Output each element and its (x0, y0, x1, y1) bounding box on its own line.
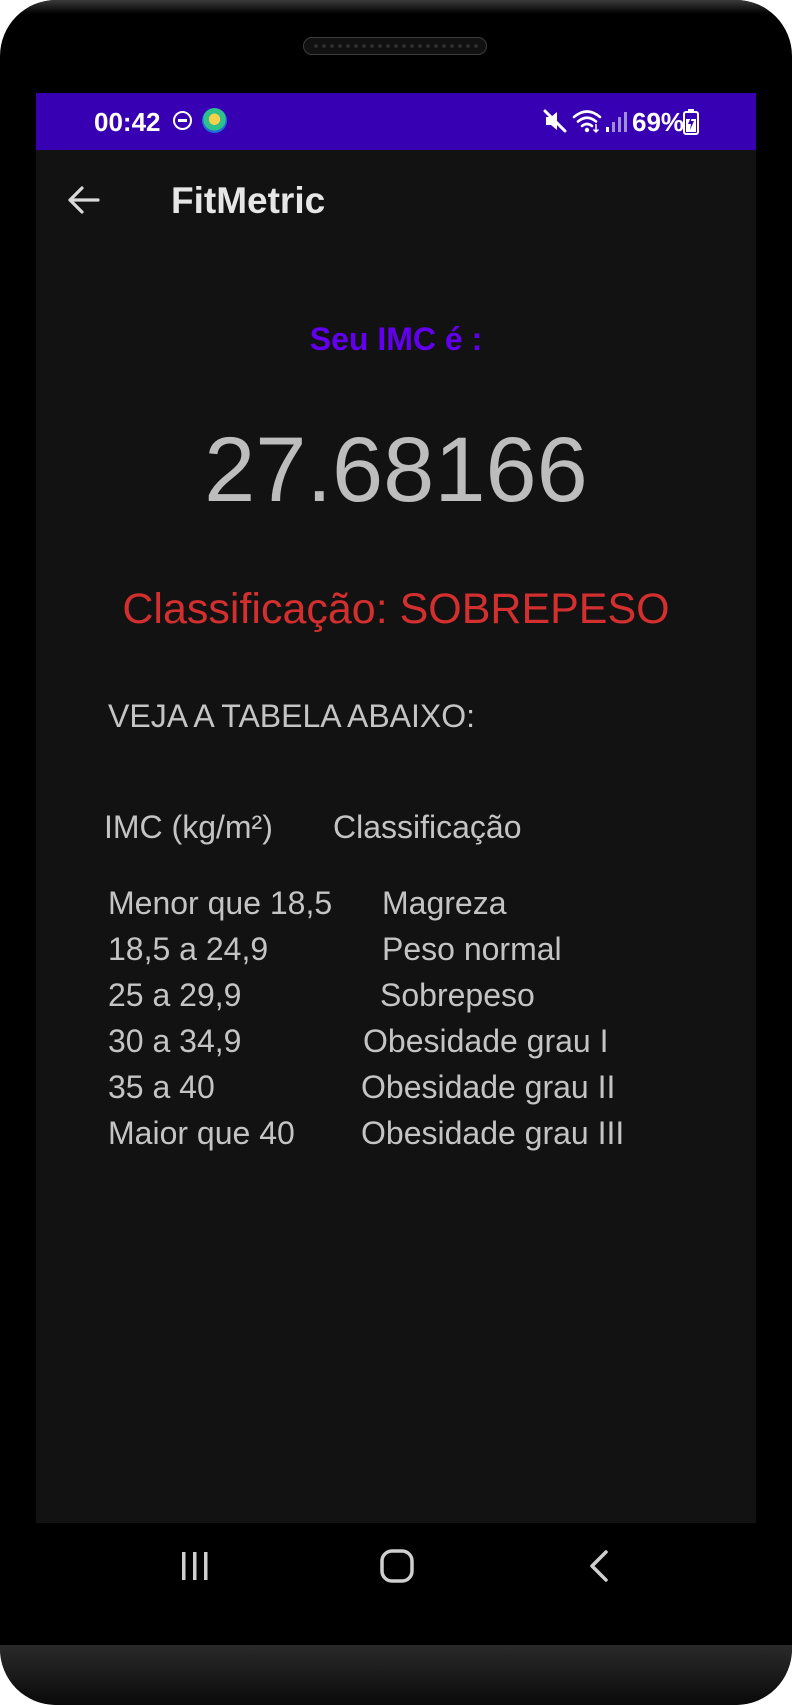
navigation-bar (36, 1523, 756, 1613)
phone-bezel-top (0, 0, 792, 14)
do-not-disturb-icon (173, 111, 192, 130)
wifi-icon (572, 110, 602, 134)
app-title: FitMetric (171, 180, 326, 221)
table-header-classification: Classificação (333, 809, 522, 845)
table-row-classification: Obesidade grau III (361, 1115, 625, 1151)
table-heading: VEJA A TABELA ABAIXO: (108, 698, 476, 734)
app-bar: FitMetric (36, 150, 756, 250)
app-notification-icon (202, 108, 227, 133)
back-icon[interactable] (584, 1548, 614, 1584)
arrow-left-icon[interactable] (66, 182, 102, 218)
battery-charging-icon (683, 109, 699, 135)
table-row-range: 30 a 34,9 (108, 1023, 242, 1059)
table-row-range: Maior que 40 (108, 1115, 295, 1151)
imc-label: Seu IMC é : (309, 321, 483, 357)
imc-value: 27.68166 (204, 419, 588, 521)
table-row-classification: Obesidade grau I (363, 1023, 609, 1059)
status-time: 00:42 (94, 107, 161, 137)
table-row-range: 35 a 40 (108, 1069, 215, 1105)
signal-icon (606, 112, 627, 132)
recent-apps-icon[interactable] (178, 1549, 212, 1583)
home-icon[interactable] (379, 1548, 415, 1584)
table-row-classification: Sobrepeso (380, 977, 535, 1013)
battery-percent: 69% (632, 107, 685, 137)
classification-result: Classificação: SOBREPESO (122, 585, 670, 633)
app-screen: 00:42 69% FitMetric Seu IMC é: 27.68166… (36, 93, 756, 1523)
status-bar: 00:42 69% (36, 93, 756, 150)
earpiece-speaker (303, 37, 487, 55)
table-row-range: 18,5 a 24,9 (108, 931, 269, 967)
phone-bezel-bottom (0, 1645, 792, 1705)
table-header-imc: IMC (kg/m²) (104, 809, 273, 845)
phone-frame: 00:42 69% FitMetric Seu IMC é: 27.68166… (0, 0, 792, 1705)
table-row-range: 25 a 29,9 (108, 977, 242, 1013)
table-row-classification: Magreza (382, 885, 507, 921)
table-row-classification: Peso normal (382, 931, 562, 967)
mute-icon (543, 109, 567, 133)
table-row-range: Menor que 18,5 (108, 885, 333, 921)
table-row-classification: Obesidade grau II (361, 1069, 616, 1105)
